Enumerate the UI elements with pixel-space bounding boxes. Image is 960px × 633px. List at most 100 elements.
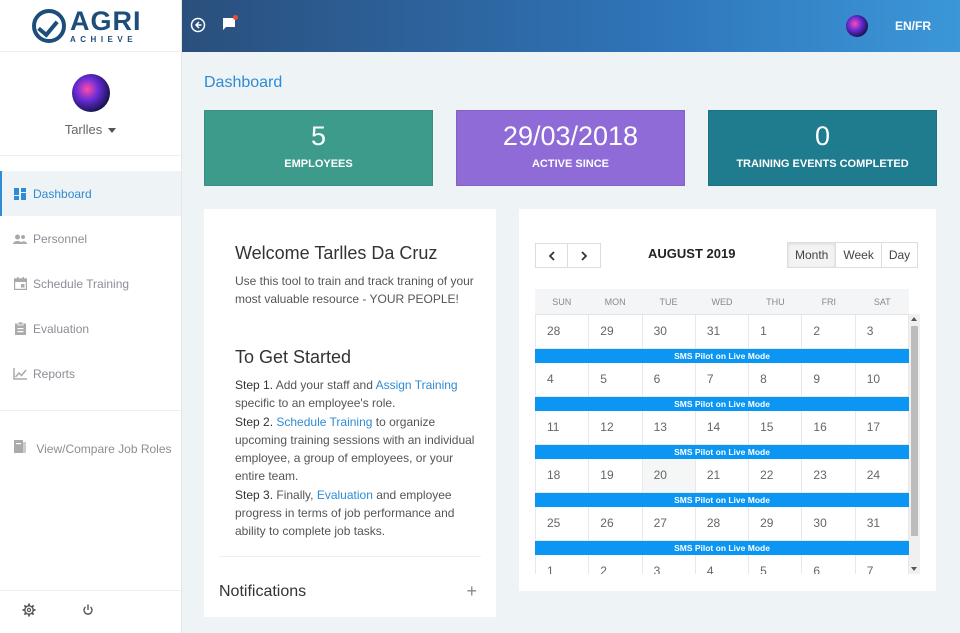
- calendar-day-cell[interactable]: 7: [696, 363, 750, 396]
- stat-card-employees[interactable]: 5 EMPLOYEES: [204, 110, 433, 186]
- scroll-thumb[interactable]: [911, 326, 918, 536]
- dow-label: TUE: [659, 297, 678, 307]
- calendar-event[interactable]: SMS Pilot on Live Mode: [535, 445, 909, 459]
- calendar-day-cell[interactable]: 1: [749, 315, 803, 348]
- calendar-day-cell[interactable]: 23: [802, 459, 856, 492]
- calendar-day-cell[interactable]: 30: [643, 315, 696, 348]
- calendar-scrollbar[interactable]: [909, 314, 920, 574]
- calendar-day-cell[interactable]: 1: [535, 555, 590, 574]
- assign-training-link[interactable]: Assign Training: [376, 378, 458, 392]
- user-block: Tarlles: [0, 52, 181, 156]
- back-circle-icon[interactable]: [190, 17, 206, 38]
- topbar-avatar[interactable]: [846, 15, 868, 37]
- calendar-day-cell[interactable]: 5: [589, 363, 643, 396]
- calendar-day-cell[interactable]: 19: [589, 459, 643, 492]
- calendar-day-cell[interactable]: 11: [535, 411, 590, 444]
- sidebar-item-evaluation[interactable]: Evaluation: [0, 306, 181, 351]
- evaluation-link[interactable]: Evaluation: [317, 488, 373, 502]
- view-month-button[interactable]: Month: [787, 242, 837, 268]
- calendar-day-cell[interactable]: 2: [802, 315, 856, 348]
- calendar-day-cell[interactable]: 10: [856, 363, 909, 396]
- calendar-day-cell[interactable]: 28: [696, 507, 750, 540]
- sidebar-item-personnel[interactable]: Personnel: [0, 216, 181, 261]
- sidebar-item-view-compare-job-roles[interactable]: View/Compare Job Roles: [0, 411, 181, 460]
- logo-subtitle: ACHIEVE: [70, 34, 138, 44]
- next-month-button[interactable]: [568, 243, 601, 268]
- scroll-down-icon[interactable]: [911, 567, 917, 571]
- sidebar-item-label: Dashboard: [33, 186, 92, 201]
- calendar-day-cell[interactable]: 16: [802, 411, 856, 444]
- calendar-weeks: 28 29 30 31 1 2 3 SMS Pilot on Live Mode 4 5 6 7 8 9 1…: [535, 315, 909, 574]
- calendar-day-cell[interactable]: 24: [856, 459, 909, 492]
- sidebar-item-schedule-training[interactable]: Schedule Training: [0, 261, 181, 306]
- notification-dot: [233, 15, 238, 20]
- calendar-day-cell[interactable]: 29: [749, 507, 803, 540]
- calendar-day-cell[interactable]: 12: [589, 411, 643, 444]
- calendar-day-cell[interactable]: 20: [642, 459, 696, 492]
- calendar-day-cell[interactable]: 6: [802, 555, 856, 574]
- calendar-event[interactable]: SMS Pilot on Live Mode: [535, 349, 909, 363]
- calendar-day-cell[interactable]: 15: [749, 411, 803, 444]
- steps-list: Step 1. Add your staff and Assign Traini…: [235, 376, 475, 541]
- user-menu[interactable]: Tarlles: [65, 122, 117, 137]
- calendar-week-row: 1234567: [535, 555, 909, 574]
- stat-value: 0: [814, 121, 831, 151]
- calendar-event[interactable]: SMS Pilot on Live Mode: [535, 493, 909, 507]
- sidebar-item-reports[interactable]: Reports: [0, 351, 181, 396]
- calendar-day-cell[interactable]: 8: [749, 363, 803, 396]
- language-toggle[interactable]: EN/FR: [895, 19, 931, 33]
- app-logo[interactable]: AGRI ACHIEVE: [0, 0, 181, 52]
- calendar-day-cell[interactable]: 22: [749, 459, 803, 492]
- calendar-day-cell[interactable]: 14: [696, 411, 750, 444]
- expand-plus-icon[interactable]: +: [466, 581, 477, 602]
- calendar-day-cell[interactable]: 21: [696, 459, 750, 492]
- calendar-day-cell[interactable]: 4: [535, 363, 590, 396]
- scroll-up-icon[interactable]: [911, 317, 917, 321]
- calendar-day-cell[interactable]: 30: [802, 507, 856, 540]
- schedule-training-link[interactable]: Schedule Training: [276, 415, 372, 429]
- calendar-day-cell[interactable]: 3: [643, 555, 696, 574]
- calendar-day-cell[interactable]: 26: [589, 507, 643, 540]
- stat-label: ACTIVE SINCE: [531, 158, 609, 170]
- chevron-right-icon: [581, 250, 588, 261]
- view-day-button[interactable]: Day: [881, 242, 919, 268]
- calendar-day-cell[interactable]: 3: [856, 315, 909, 348]
- calendar-grid: SUN MON TUE WED THU FRI SAT 28 29 30 31 1 2 3 S…: [535, 289, 909, 574]
- calendar-week-row: 11 12 13 14 15 16 17: [535, 411, 909, 445]
- notifications-title: Notifications: [219, 583, 307, 600]
- view-week-button[interactable]: Week: [836, 242, 882, 268]
- message-icon[interactable]: [222, 15, 238, 36]
- stat-card-training-events[interactable]: 0 TRAINING EVENTS COMPLETED: [708, 110, 937, 186]
- calendar-day-cell[interactable]: 18: [535, 459, 590, 492]
- sidebar: AGRI ACHIEVE Tarlles Dashboard Personnel…: [0, 0, 182, 633]
- calendar-day-cell[interactable]: 28: [535, 315, 590, 348]
- sidebar-footer: [0, 590, 181, 633]
- calendar-day-cell[interactable]: 13: [643, 411, 696, 444]
- power-icon[interactable]: [82, 603, 94, 621]
- calendar-day-cell[interactable]: 27: [643, 507, 696, 540]
- gear-icon[interactable]: [22, 603, 36, 622]
- calendar-title: AUGUST 2019: [648, 246, 736, 261]
- calendar-day-cell[interactable]: 6: [643, 363, 696, 396]
- calendar-day-cell[interactable]: 9: [802, 363, 856, 396]
- avatar[interactable]: [71, 74, 110, 112]
- calendar-day-cell[interactable]: 17: [856, 411, 909, 444]
- calendar-day-cell[interactable]: 5: [749, 555, 803, 574]
- calendar-day-cell[interactable]: 31: [696, 315, 750, 348]
- calendar-day-cell[interactable]: 2: [589, 555, 643, 574]
- sidebar-item-dashboard[interactable]: Dashboard: [0, 171, 181, 216]
- calendar-event[interactable]: SMS Pilot on Live Mode: [535, 541, 909, 555]
- calendar-day-cell[interactable]: 31: [856, 507, 909, 540]
- stat-card-active-since[interactable]: 29/03/2018 ACTIVE SINCE: [456, 110, 685, 186]
- dow-label: MON: [604, 297, 626, 307]
- calendar-day-cell[interactable]: 25: [535, 507, 590, 540]
- logo-check-icon: [32, 8, 66, 43]
- dow-label: SAT: [873, 297, 891, 307]
- dow-label: SUN: [552, 297, 572, 307]
- prev-month-button[interactable]: [535, 243, 568, 268]
- calendar-day-cell[interactable]: 29: [589, 315, 643, 348]
- calendar-event[interactable]: SMS Pilot on Live Mode: [535, 397, 909, 411]
- stat-value: 5: [310, 121, 327, 151]
- calendar-day-cell[interactable]: 4: [696, 555, 750, 574]
- calendar-day-cell[interactable]: 7: [856, 555, 909, 574]
